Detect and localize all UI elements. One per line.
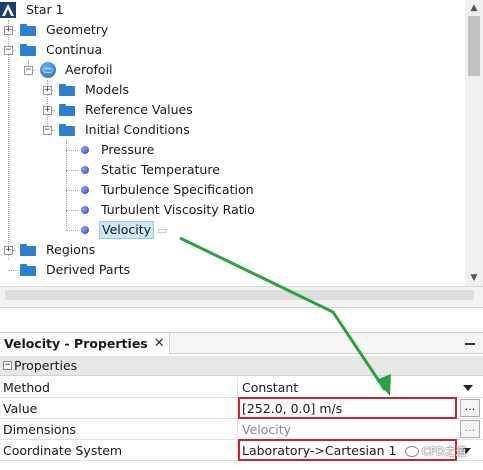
property-row-method[interactable]: Method Constant xyxy=(0,377,483,398)
simulation-tree: Star 1 + Geometry − Continua − Aerofoil … xyxy=(0,0,483,286)
tree-item-pressure[interactable]: Pressure xyxy=(81,140,156,160)
scroll-track[interactable] xyxy=(5,290,474,300)
tree-item-geometry[interactable]: + Geometry xyxy=(4,20,110,40)
property-value: Velocity xyxy=(242,421,292,437)
leaf-node-icon xyxy=(81,206,89,214)
tree-item-label: Continua xyxy=(46,42,103,57)
properties-header: Velocity - Properties ✕ xyxy=(0,332,483,354)
dimensions-ellipsis-button[interactable]: ... xyxy=(460,420,480,438)
scroll-thumb[interactable] xyxy=(468,16,480,76)
method-select[interactable]: Constant xyxy=(238,377,483,397)
scroll-up-icon[interactable]: ▲ xyxy=(465,0,483,16)
tree-item-label: Pressure xyxy=(101,142,155,157)
tree-item-label: Star 1 xyxy=(26,2,64,17)
property-row-dimensions[interactable]: Dimensions Velocity ... xyxy=(0,419,483,440)
close-icon[interactable]: ✕ xyxy=(154,336,165,351)
expand-icon[interactable]: + xyxy=(4,245,13,255)
star-logo-icon xyxy=(0,2,16,18)
tree-item-models[interactable]: + Models xyxy=(43,80,131,100)
tree-item-label: Initial Conditions xyxy=(85,122,190,137)
folder-icon xyxy=(20,24,36,36)
tree-item-aerofoil[interactable]: − Aerofoil xyxy=(24,60,115,80)
tree-item-label: Turbulent Viscosity Ratio xyxy=(101,202,255,217)
collapse-icon[interactable]: − xyxy=(24,65,33,75)
tree-item-regions[interactable]: + Regions xyxy=(4,240,97,260)
folder-icon xyxy=(20,264,36,276)
value-ellipsis-button[interactable]: ... xyxy=(460,399,480,417)
tree-item-turbulent-viscosity-ratio[interactable]: Turbulent Viscosity Ratio xyxy=(81,200,257,220)
scroll-down-icon[interactable]: ▼ xyxy=(465,270,483,286)
property-name: Dimensions xyxy=(0,419,238,439)
tree-item-label: Aerofoil xyxy=(65,62,113,77)
folder-icon xyxy=(20,244,36,256)
comment-icon: ▭ xyxy=(157,223,168,237)
tree-item-static-temperature[interactable]: Static Temperature xyxy=(81,160,222,180)
panel-splitter[interactable] xyxy=(0,308,483,332)
tree-horizontal-scrollbar[interactable] xyxy=(0,286,483,308)
tree-item-continua[interactable]: − Continua xyxy=(4,40,104,60)
wechat-icon xyxy=(405,445,419,457)
tree-item-derived-parts[interactable]: Derived Parts xyxy=(20,260,132,280)
tree-item-label: Velocity xyxy=(99,221,155,239)
tree-item-reference-values[interactable]: + Reference Values xyxy=(43,100,195,120)
dimensions-field: Velocity ... xyxy=(238,419,483,439)
tree-item-initial-conditions[interactable]: − Initial Conditions xyxy=(43,120,192,140)
collapse-icon[interactable]: − xyxy=(3,361,12,370)
property-name: Method xyxy=(0,377,238,397)
properties-section[interactable]: − Properties xyxy=(0,356,483,376)
minimize-icon[interactable] xyxy=(465,343,475,345)
collapse-icon[interactable]: − xyxy=(43,125,52,135)
continuum-icon xyxy=(40,62,56,78)
expand-icon[interactable]: + xyxy=(43,85,52,95)
property-name: Coordinate System xyxy=(0,440,238,460)
tree-item-turbulence-specification[interactable]: Turbulence Specification xyxy=(81,180,256,200)
property-name: Value xyxy=(0,398,238,418)
expand-icon[interactable]: + xyxy=(43,105,52,115)
expand-icon[interactable]: + xyxy=(4,25,13,35)
tree-item-label: Reference Values xyxy=(85,102,193,117)
leaf-node-icon xyxy=(81,186,89,194)
tree-item-label: Derived Parts xyxy=(46,262,131,277)
tree-item-label: Turbulence Specification xyxy=(101,182,254,197)
tree-vertical-scrollbar[interactable]: ▲ ▼ xyxy=(465,0,483,286)
tree-item-label: Static Temperature xyxy=(101,162,220,177)
tab-velocity-properties[interactable]: Velocity - Properties ✕ xyxy=(0,333,170,354)
watermark-text: CFD之道 xyxy=(422,445,467,458)
properties-title: Velocity - Properties xyxy=(4,336,148,351)
tree-item-label: Regions xyxy=(46,242,96,257)
tree-item-label: Geometry xyxy=(46,22,109,37)
leaf-node-icon xyxy=(81,146,89,154)
property-value: Constant xyxy=(242,379,299,395)
folder-icon xyxy=(59,124,75,136)
tree-item-label: Models xyxy=(85,82,130,97)
folder-icon xyxy=(20,44,36,56)
tree-item-velocity[interactable]: Velocity ▭ xyxy=(81,220,167,240)
dropdown-arrow-icon[interactable] xyxy=(463,385,473,391)
leaf-node-icon xyxy=(81,226,89,234)
collapse-icon[interactable]: − xyxy=(4,45,13,55)
tree-item-star-1[interactable]: Star 1 xyxy=(0,0,66,20)
folder-icon xyxy=(59,104,75,116)
leaf-node-icon xyxy=(81,166,89,174)
section-label: Properties xyxy=(14,358,78,373)
watermark: CFD之道 xyxy=(405,443,466,459)
folder-icon xyxy=(59,84,75,96)
value-highlight-box xyxy=(238,397,457,419)
